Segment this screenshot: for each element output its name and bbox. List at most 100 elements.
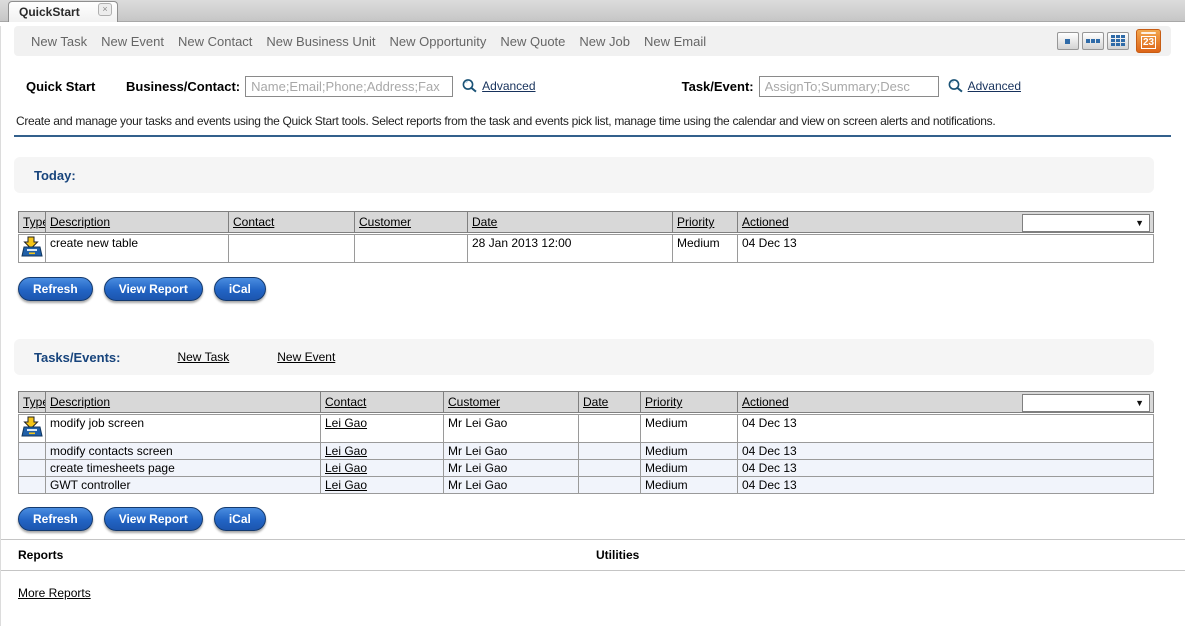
task-event-search-icon[interactable] (947, 78, 964, 94)
ical-button[interactable]: iCal (214, 277, 266, 301)
tasks-new-task-link[interactable]: New Task (177, 350, 229, 364)
business-contact-input[interactable] (245, 76, 453, 97)
reports-heading: Reports (18, 548, 596, 562)
tasks-col-customer[interactable]: Customer (448, 395, 500, 409)
today-col-actioned[interactable]: Actioned (742, 215, 789, 229)
business-advanced-link[interactable]: Advanced (482, 79, 535, 93)
task-cell-actioned: 04 Dec 13 (738, 460, 1154, 477)
today-cell-priority: Medium (673, 235, 738, 263)
view-report-button[interactable]: View Report (104, 277, 203, 301)
toolbar-new-opportunity-link[interactable]: New Opportunity (383, 34, 494, 49)
toolbar-new-task-link[interactable]: New Task (24, 34, 94, 49)
task-type-icon (21, 247, 43, 261)
tasks-col-priority[interactable]: Priority (645, 395, 682, 409)
today-section-header: Today: (14, 157, 1154, 193)
table-row[interactable]: modify job screen Lei Gao Mr Lei Gao Med… (19, 415, 1154, 443)
today-actions: Refresh View Report iCal (18, 277, 1185, 301)
chevron-down-icon: ▼ (1135, 398, 1144, 408)
task-cell-priority: Medium (641, 477, 738, 494)
today-col-type[interactable]: Type (23, 215, 46, 229)
week-view-icon[interactable] (1082, 32, 1104, 50)
task-event-advanced-link[interactable]: Advanced (968, 79, 1021, 93)
refresh-button[interactable]: Refresh (18, 507, 93, 531)
task-cell-priority: Medium (641, 460, 738, 477)
utilities-heading: Utilities (596, 548, 639, 562)
task-cell-description: create timesheets page (46, 460, 321, 477)
day-view-icon[interactable] (1057, 32, 1079, 50)
table-row[interactable]: create new table 28 Jan 2013 12:00 Mediu… (19, 235, 1154, 263)
task-cell-description: GWT controller (46, 477, 321, 494)
tasks-events-table: Type Description Contact Customer Date P… (18, 391, 1154, 494)
task-event-input[interactable] (759, 76, 939, 97)
business-contact-label: Business/Contact: (126, 79, 240, 94)
business-search-icon[interactable] (461, 78, 478, 94)
toolbar-new-contact-link[interactable]: New Contact (171, 34, 259, 49)
tasks-events-section-title: Tasks/Events: (34, 350, 120, 365)
view-report-button[interactable]: View Report (104, 507, 203, 531)
task-event-search-group: Task/Event: Advanced (682, 76, 1021, 97)
calendar-date-icon[interactable]: 23 (1136, 29, 1161, 53)
tasks-events-section-header: Tasks/Events: New Task New Event (14, 339, 1154, 375)
task-cell-customer: Mr Lei Gao (444, 460, 579, 477)
today-filter-dropdown[interactable]: ▼ (1022, 214, 1150, 232)
toolbar-new-business-unit-link[interactable]: New Business Unit (259, 34, 382, 49)
tasks-table-header-row: Type Description Contact Customer Date P… (19, 392, 1154, 413)
task-cell-priority: Medium (641, 415, 738, 443)
tasks-new-event-link[interactable]: New Event (277, 350, 335, 364)
contact-link[interactable]: Lei Gao (325, 461, 367, 475)
page-title: Quick Start (26, 79, 126, 94)
tasks-col-date[interactable]: Date (583, 395, 608, 409)
task-cell-date (579, 460, 641, 477)
task-cell-description: modify job screen (46, 415, 321, 443)
ical-button[interactable]: iCal (214, 507, 266, 531)
table-row[interactable]: GWT controller Lei Gao Mr Lei Gao Medium… (19, 477, 1154, 494)
tab-quickstart[interactable]: QuickStart × (8, 1, 118, 22)
table-row[interactable]: modify contacts screen Lei Gao Mr Lei Ga… (19, 443, 1154, 460)
task-cell-date (579, 415, 641, 443)
today-cell-date: 28 Jan 2013 12:00 (468, 235, 673, 263)
today-col-priority[interactable]: Priority (677, 215, 714, 229)
more-reports-link[interactable]: More Reports (18, 586, 91, 600)
quickstart-search-row: Quick Start Business/Contact: Advanced T… (14, 74, 1171, 98)
task-event-label: Task/Event: (682, 79, 754, 94)
tasks-col-actioned[interactable]: Actioned (742, 395, 789, 409)
today-col-description[interactable]: Description (50, 215, 110, 229)
tasks-col-contact[interactable]: Contact (325, 395, 366, 409)
today-cell-description: create new table (46, 235, 229, 263)
intro-text: Create and manage your tasks and events … (14, 114, 1171, 137)
toolbar-new-event-link[interactable]: New Event (94, 34, 171, 49)
contact-link[interactable]: Lei Gao (325, 444, 367, 458)
quickstart-page: New Task New Event New Contact New Busin… (0, 26, 1185, 626)
today-cell-actioned: 04 Dec 13 (738, 235, 1154, 263)
refresh-button[interactable]: Refresh (18, 277, 93, 301)
month-view-icon[interactable] (1107, 32, 1129, 50)
calendar-icon-banner (1141, 32, 1156, 34)
tasks-actions: Refresh View Report iCal (18, 507, 1185, 531)
today-cell-customer (355, 235, 468, 263)
chevron-down-icon: ▼ (1135, 218, 1144, 228)
contact-link[interactable]: Lei Gao (325, 478, 367, 492)
toolbar: New Task New Event New Contact New Busin… (14, 26, 1171, 56)
tab-title: QuickStart (19, 5, 98, 19)
task-cell-customer: Mr Lei Gao (444, 443, 579, 460)
table-row[interactable]: create timesheets page Lei Gao Mr Lei Ga… (19, 460, 1154, 477)
tab-close-icon[interactable]: × (98, 3, 112, 16)
calendar-icon-day-number: 23 (1141, 36, 1156, 49)
today-col-date[interactable]: Date (472, 215, 497, 229)
task-cell-description: modify contacts screen (46, 443, 321, 460)
footer-headings-row: Reports Utilities (1, 540, 1185, 571)
toolbar-new-quote-link[interactable]: New Quote (493, 34, 572, 49)
task-cell-date (579, 477, 641, 494)
task-cell-date (579, 443, 641, 460)
tasks-filter-dropdown[interactable]: ▼ (1022, 394, 1150, 412)
toolbar-new-job-link[interactable]: New Job (572, 34, 637, 49)
tasks-col-description[interactable]: Description (50, 395, 110, 409)
today-table-header-row: Type Description Contact Customer Date P… (19, 212, 1154, 233)
today-col-customer[interactable]: Customer (359, 215, 411, 229)
toolbar-new-email-link[interactable]: New Email (637, 34, 713, 49)
task-cell-actioned: 04 Dec 13 (738, 415, 1154, 443)
today-col-contact[interactable]: Contact (233, 215, 274, 229)
tasks-col-type[interactable]: Type (23, 395, 46, 409)
tab-bar: QuickStart × (0, 0, 1185, 22)
contact-link[interactable]: Lei Gao (325, 416, 367, 430)
